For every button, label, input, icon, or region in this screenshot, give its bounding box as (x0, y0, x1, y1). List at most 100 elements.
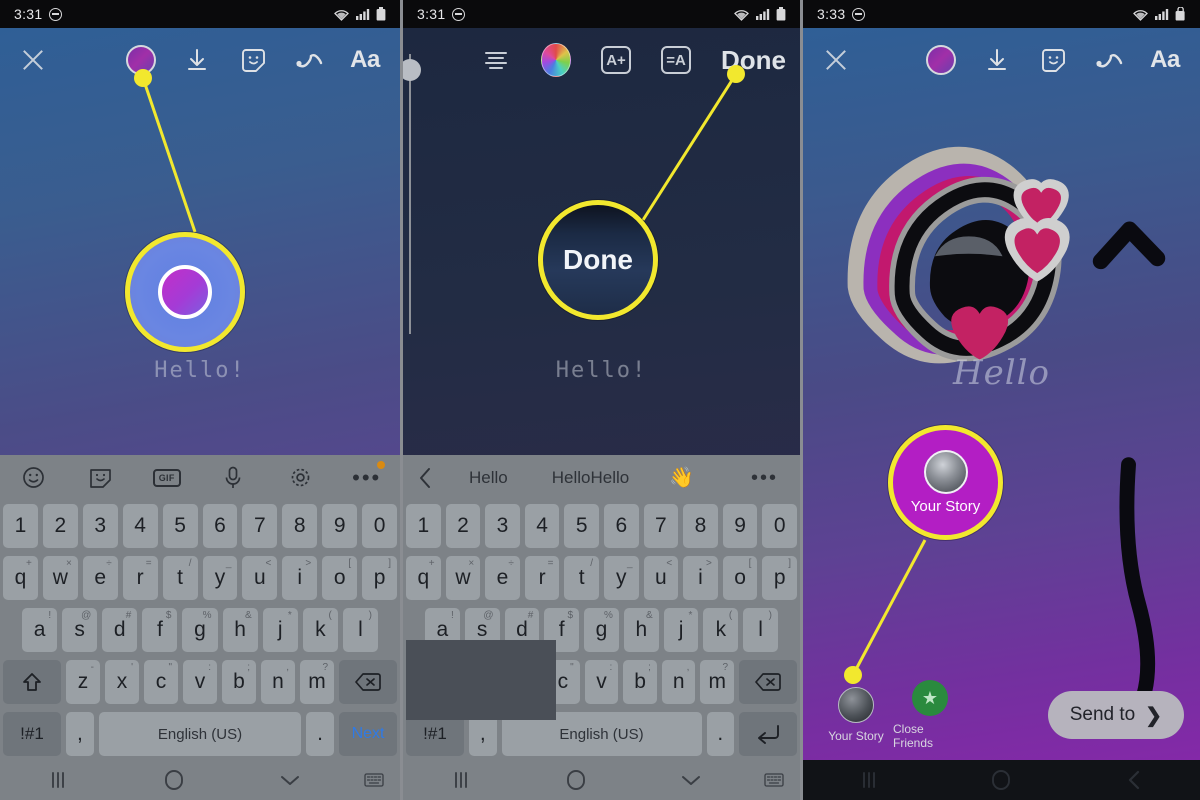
key[interactable]: 0 (362, 504, 398, 548)
enter-icon[interactable] (739, 712, 797, 756)
sticker-icon[interactable] (1038, 45, 1068, 75)
key[interactable]: ; b (222, 660, 256, 704)
comma-key[interactable]: , (66, 712, 94, 756)
text-effect-icon[interactable]: A+ (601, 46, 631, 74)
key[interactable]: ! a (22, 608, 58, 652)
text-background-icon[interactable]: =A (661, 46, 691, 74)
close-friends-button[interactable]: ★ Close Friends (893, 680, 967, 750)
key[interactable]: > i (683, 556, 718, 600)
recents-icon[interactable] (403, 771, 518, 789)
sticker-icon[interactable] (238, 45, 268, 75)
key[interactable]: 1 (406, 504, 441, 548)
key[interactable]: 4 (122, 504, 158, 548)
chevron-left-icon[interactable] (403, 467, 447, 489)
key[interactable]: 8 (282, 504, 318, 548)
key[interactable]: 8 (683, 504, 718, 548)
key[interactable]: [o (322, 556, 358, 600)
suggestion-word[interactable]: HelloHello (530, 468, 651, 488)
key[interactable]: ? m (700, 660, 735, 704)
backspace-icon[interactable] (339, 660, 397, 704)
symbols-key[interactable]: !#1 (3, 712, 61, 756)
keyboard-switch-icon[interactable] (748, 772, 800, 788)
key[interactable]: $ f (142, 608, 178, 652)
key[interactable]: / t (162, 556, 198, 600)
close-icon[interactable] (18, 45, 48, 75)
next-key[interactable]: Next (339, 712, 398, 756)
key[interactable]: -z (66, 660, 100, 704)
home-icon[interactable] (518, 769, 633, 791)
key[interactable]: * j (663, 608, 699, 652)
key[interactable]: " c (144, 660, 178, 704)
key[interactable]: ) l (743, 608, 779, 652)
key[interactable]: (k (302, 608, 338, 652)
key[interactable]: ] p (762, 556, 797, 600)
emoji-suggestion[interactable]: 👋 (651, 465, 712, 490)
key[interactable]: _ y (604, 556, 639, 600)
period-key[interactable]: . (706, 712, 734, 756)
key[interactable]: 6 (202, 504, 238, 548)
more-icon[interactable]: ••• (333, 455, 400, 500)
more-icon[interactable]: ••• (751, 468, 800, 488)
key[interactable]: & h (222, 608, 258, 652)
microphone-icon[interactable] (200, 455, 267, 500)
key[interactable]: ÷ e (485, 556, 520, 600)
key[interactable]: 2 (42, 504, 78, 548)
key[interactable]: @ s (62, 608, 98, 652)
period-key[interactable]: . (306, 712, 335, 756)
key[interactable]: (k (703, 608, 739, 652)
download-icon[interactable] (982, 45, 1012, 75)
hide-keyboard-icon[interactable] (633, 773, 748, 787)
backspace-icon[interactable] (739, 660, 798, 704)
key[interactable]: ÷ e (82, 556, 118, 600)
color-picker-icon[interactable] (926, 45, 956, 75)
hide-keyboard-icon[interactable] (232, 773, 348, 787)
key[interactable]: < u (643, 556, 679, 600)
text-icon[interactable]: Aa (350, 45, 380, 75)
back-icon[interactable] (1068, 770, 1200, 790)
keyboard-switch-icon[interactable] (348, 772, 400, 788)
close-icon[interactable] (821, 45, 851, 75)
key[interactable]: > i (282, 556, 318, 600)
key[interactable]: / t (564, 556, 599, 600)
key[interactable]: % g (584, 608, 619, 652)
gif-icon[interactable]: GIF (133, 455, 200, 500)
text-icon[interactable]: Aa (1150, 45, 1180, 75)
key[interactable]: 7 (242, 504, 278, 548)
home-icon[interactable] (116, 769, 232, 791)
your-story-button[interactable]: Your Story (819, 687, 893, 743)
key[interactable]: :v (584, 660, 619, 704)
draw-icon[interactable] (294, 45, 324, 75)
key[interactable]: × w (42, 556, 78, 600)
key[interactable]: _ y (202, 556, 238, 600)
key[interactable]: 0 (762, 504, 797, 548)
key[interactable]: ? m (300, 660, 334, 704)
shift-icon[interactable] (3, 660, 61, 704)
key[interactable]: ,n (661, 660, 696, 704)
key[interactable]: = r (524, 556, 560, 600)
key[interactable]: & h (623, 608, 659, 652)
recents-icon[interactable] (0, 771, 116, 789)
download-icon[interactable] (182, 45, 212, 75)
key[interactable]: ) l (342, 608, 378, 652)
key[interactable]: 3 (82, 504, 118, 548)
key[interactable]: ; b (623, 660, 657, 704)
home-icon[interactable] (935, 769, 1067, 791)
suggestion-word[interactable]: Hello (447, 468, 530, 488)
key[interactable]: = r (122, 556, 158, 600)
key[interactable]: 2 (445, 504, 481, 548)
key[interactable]: 7 (643, 504, 679, 548)
settings-icon[interactable] (267, 455, 334, 500)
key[interactable]: # d (102, 608, 138, 652)
key[interactable]: % g (182, 608, 218, 652)
key[interactable]: ] p (362, 556, 398, 600)
key[interactable]: 1 (2, 504, 38, 548)
color-picker-icon[interactable] (126, 45, 156, 75)
key[interactable]: 'x (105, 660, 139, 704)
key[interactable]: 5 (162, 504, 198, 548)
color-wheel-icon[interactable] (541, 43, 571, 77)
draw-icon[interactable] (1094, 45, 1124, 75)
key[interactable]: × w (445, 556, 481, 600)
key[interactable]: ,n (261, 660, 295, 704)
key[interactable]: 4 (524, 504, 560, 548)
key[interactable]: + q (2, 556, 38, 600)
